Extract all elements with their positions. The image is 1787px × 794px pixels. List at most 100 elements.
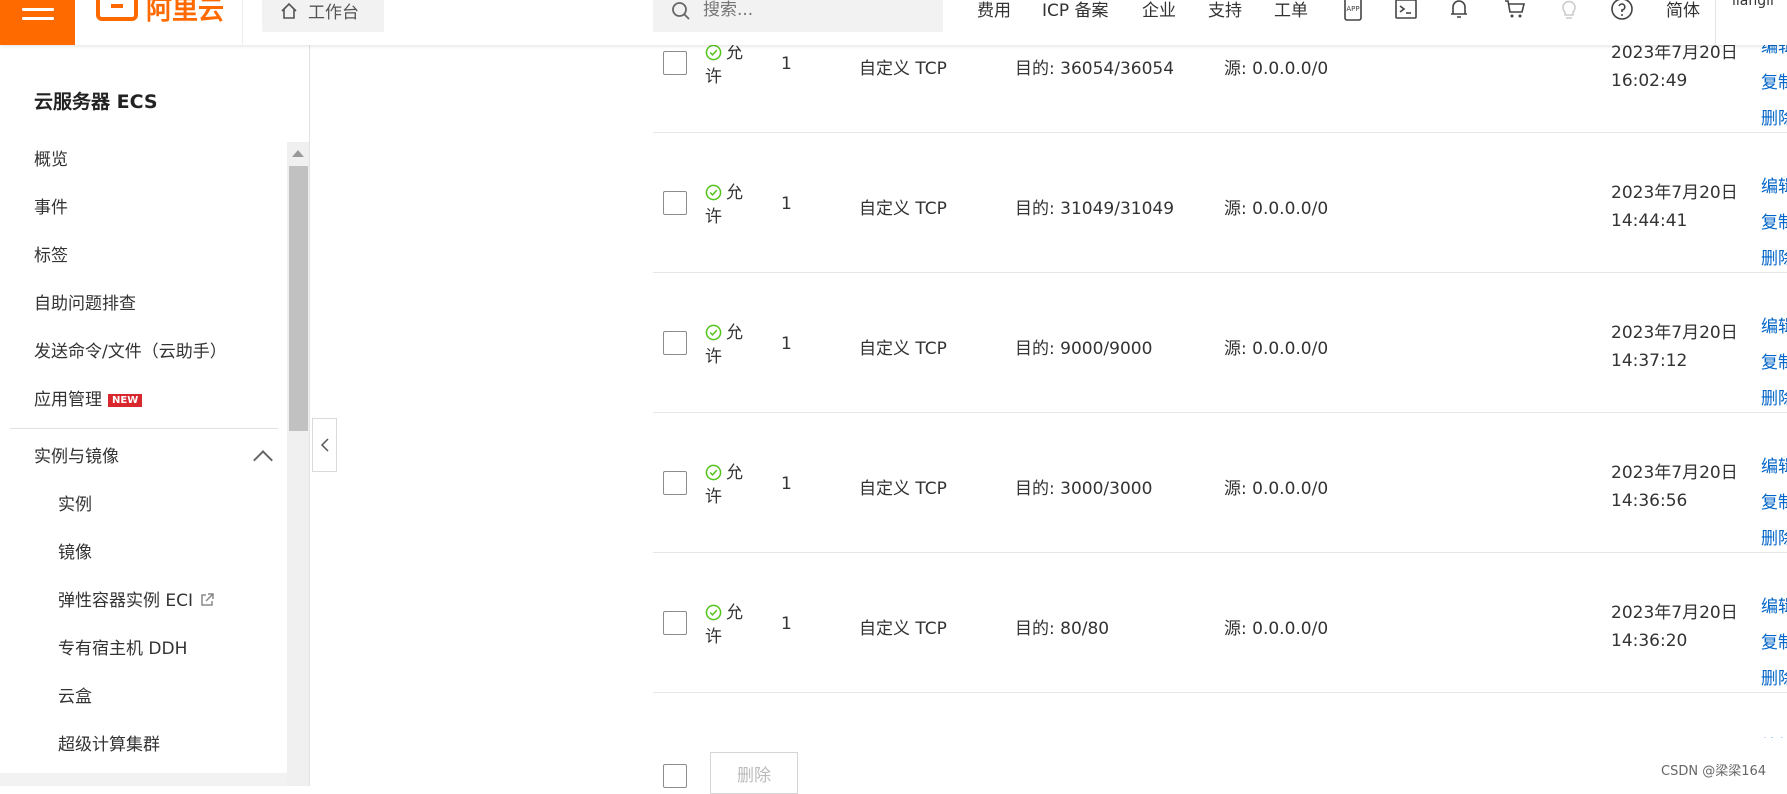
sidebar-item-events[interactable]: 事件 (0, 184, 286, 232)
sidebar-item-eci[interactable]: 弹性容器实例 ECI (0, 577, 286, 625)
port-range-cell: 目的: 36054/36054 (1015, 59, 1175, 79)
search-input[interactable] (703, 0, 903, 20)
delete-link[interactable]: 删除 (1761, 241, 1787, 277)
help-icon[interactable] (1609, 0, 1635, 22)
delete-link[interactable]: 删除 (1761, 381, 1787, 417)
copy-link[interactable]: 复制 (1761, 205, 1787, 241)
delete-link[interactable]: 删除 (1761, 101, 1787, 137)
sidebar-divider (10, 428, 278, 429)
workbench-label: 工作台 (308, 2, 359, 23)
aliyun-logo-icon (96, 0, 138, 21)
bulk-delete-button[interactable]: 删除 (710, 752, 798, 794)
language-switch[interactable]: 简体 (1666, 0, 1700, 21)
sidebar-item-images[interactable]: 镜像 (0, 529, 286, 577)
priority-cell: 1 (781, 54, 792, 74)
sidebar: 云服务器 ECS 概览 事件 标签 自助问题排查 发送命令/文件（云助手） 应用… (0, 45, 310, 786)
sidebar-item-troubleshoot[interactable]: 自助问题排查 (0, 280, 286, 328)
row-checkbox[interactable] (663, 471, 687, 495)
protocol-cell: 自定义 TCP (859, 199, 947, 219)
sidebar-item-tags[interactable]: 标签 (0, 232, 286, 280)
bell-icon-glyph (1451, 0, 1467, 18)
external-link-icon (201, 593, 214, 606)
nav-support[interactable]: 支持 (1208, 0, 1242, 21)
created-time-cell: 2023年7月20日 16:02:49 (1611, 45, 1738, 95)
port-range-cell: 目的: 80/80 (1015, 619, 1110, 639)
sidebar-item-instances[interactable]: 实例 (0, 481, 286, 529)
port-range-cell: 目的: 31049/31049 (1015, 199, 1175, 219)
edit-link[interactable]: 编辑 (1761, 729, 1787, 738)
nav-ticket[interactable]: 工单 (1274, 0, 1308, 21)
action-cell: 允许 (705, 321, 760, 369)
nav-billing[interactable]: 费用 (977, 0, 1011, 21)
nav-enterprise[interactable]: 企业 (1142, 0, 1176, 21)
cart-icon[interactable] (1502, 0, 1528, 22)
edit-link[interactable]: 编辑 (1761, 589, 1787, 625)
nav-icp[interactable]: ICP 备案 (1042, 0, 1109, 21)
operations-cell: 编辑 复制 删除 (1761, 309, 1787, 417)
operations-cell: 编辑 复制 删除 (1761, 449, 1787, 557)
action-cell: 允许 (705, 45, 760, 89)
source-cell: 源: 0.0.0.0/0 (1224, 619, 1329, 639)
source-cell: 源: 0.0.0.0/0 (1224, 199, 1329, 219)
bell-icon[interactable] (1446, 0, 1472, 22)
sidebar-scrollbar[interactable] (287, 142, 309, 786)
hamburger-menu-button[interactable] (0, 0, 75, 45)
terminal-icon[interactable] (1393, 0, 1419, 22)
app-icon[interactable]: APP (1340, 0, 1366, 22)
delete-link[interactable]: 删除 (1761, 661, 1787, 697)
collapse-sidebar-button[interactable] (312, 418, 337, 472)
sidebar-item-ddh[interactable]: 专有宿主机 DDH (0, 625, 286, 673)
created-time-cell: 2023年7月20日 14:37:12 (1611, 319, 1738, 375)
table-row: 允许 1 自定义 TCP 目的: 80/80 源: 0.0.0.0/0 2023年7月20… (653, 553, 1787, 693)
created-clock: 16:02:49 (1611, 71, 1688, 91)
operations-cell: 编辑 复制 删除 (1761, 45, 1787, 137)
delete-link[interactable]: 删除 (1761, 521, 1787, 557)
scrollbar-thumb[interactable] (289, 166, 308, 431)
bulk-action-bar: 删除 (653, 738, 1787, 794)
aliyun-logo[interactable]: 阿里云 (96, 0, 224, 28)
sidebar-item-cloudbox[interactable]: 云盒 (0, 673, 286, 721)
created-time-cell: 2023年7月20日 14:36:20 (1611, 599, 1738, 655)
check-circle-icon (705, 324, 722, 341)
select-all-checkbox[interactable] (663, 764, 687, 788)
table-row: 允许 1 自定义 TCP 目的: 31049/31049 源: 0.0.0.0/0 202… (653, 133, 1787, 273)
created-date: 2023年7月20日 (1611, 45, 1738, 63)
action-text: 许 (705, 67, 722, 87)
sidebar-item-label: 应用管理 (34, 390, 102, 410)
row-checkbox[interactable] (663, 331, 687, 355)
priority-cell: 1 (781, 334, 792, 354)
source-cell: 源: 0.0.0.0/0 (1224, 479, 1329, 499)
sidebar-item-overview[interactable]: 概览 (0, 136, 286, 184)
created-date: 2023年7月20日 (1611, 323, 1738, 343)
created-time-cell: 2023年7月20日 14:44:41 (1611, 179, 1738, 235)
sidebar-item-cloud-assistant[interactable]: 发送命令/文件（云助手） (0, 328, 286, 376)
sidebar-item-app-management[interactable]: 应用管理 NEW (0, 376, 286, 424)
action-text: 允 (726, 323, 743, 343)
edit-link[interactable]: 编辑 (1761, 309, 1787, 345)
copy-link[interactable]: 复制 (1761, 65, 1787, 101)
row-checkbox[interactable] (663, 191, 687, 215)
copy-link[interactable]: 复制 (1761, 345, 1787, 381)
chevron-up-icon (253, 450, 273, 470)
row-checkbox[interactable] (663, 51, 687, 75)
sidebar-group-instances-images[interactable]: 实例与镜像 (0, 433, 286, 481)
lightbulb-icon[interactable] (1556, 0, 1582, 22)
copy-link[interactable]: 复制 (1761, 625, 1787, 661)
scroll-up-arrow-icon[interactable] (292, 150, 304, 157)
user-menu[interactable]: liangli (1715, 0, 1787, 45)
svg-text:APP: APP (1346, 5, 1359, 13)
lightbulb-icon-glyph (1562, 0, 1576, 19)
edit-link[interactable]: 编辑 (1761, 449, 1787, 485)
action-cell: 允许 (705, 461, 760, 509)
copy-link[interactable]: 复制 (1761, 485, 1787, 521)
operations-cell: 编辑 复制 删除 (1761, 589, 1787, 697)
check-circle-icon (705, 184, 722, 201)
row-checkbox[interactable] (663, 611, 687, 635)
home-icon (281, 2, 297, 19)
search-box[interactable] (653, 0, 943, 32)
app-icon-glyph: APP (1344, 0, 1362, 21)
edit-link[interactable]: 编辑 (1761, 169, 1787, 205)
workbench-button[interactable]: 工作台 (262, 0, 384, 32)
edit-link[interactable]: 编辑 (1761, 45, 1787, 65)
sidebar-item-scc[interactable]: 超级计算集群 (0, 721, 286, 769)
